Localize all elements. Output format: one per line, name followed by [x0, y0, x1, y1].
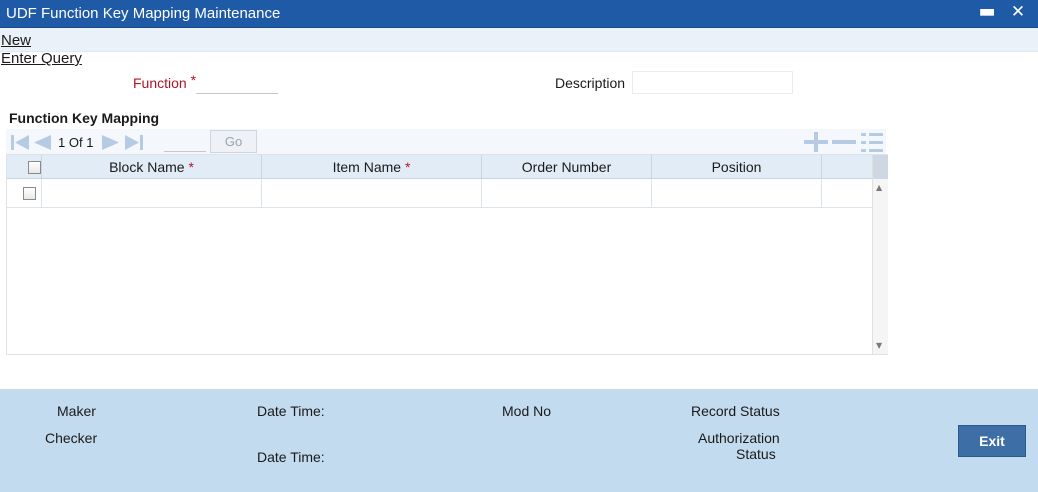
checker-label: Checker [45, 430, 98, 446]
authorization-status-label: Status [736, 446, 776, 462]
function-label: Function * [133, 72, 196, 91]
description-input[interactable] [632, 71, 793, 94]
maker-label: Maker [57, 403, 96, 419]
column-label: Order Number [521, 159, 612, 175]
column-label: Block Name [109, 159, 185, 175]
record-status-label: Record Status [691, 403, 780, 419]
pager-status: 1 Of 1 [58, 135, 93, 150]
delete-row-icon[interactable] [831, 132, 857, 152]
column-label: Item Name [332, 159, 402, 175]
select-all-checkbox[interactable] [28, 161, 41, 174]
required-mark: * [188, 159, 194, 175]
checker-date-time-label: Date Time: [257, 449, 325, 465]
position-cell[interactable] [652, 179, 822, 207]
grid-scrollbar[interactable]: ▲ ▼ [872, 155, 888, 354]
scroll-up-icon[interactable]: ▲ [876, 183, 882, 192]
menu-bar [0, 28, 1038, 52]
minimize-icon[interactable]: ▬ [976, 2, 998, 24]
row-select-cell [7, 179, 42, 207]
go-button[interactable]: Go [210, 130, 257, 153]
column-header-block-name[interactable]: Block Name * [42, 155, 262, 179]
description-label: Description [555, 75, 626, 91]
column-header-position[interactable]: Position [652, 155, 822, 179]
pager-current: 1 [58, 135, 66, 150]
page-number-input[interactable] [164, 131, 206, 152]
required-mark: * [404, 159, 411, 175]
grid-header: Block Name * Item Name * Order Number Po… [7, 155, 872, 179]
pager-of: Of [68, 135, 83, 150]
maker-date-time-label: Date Time: [257, 403, 325, 419]
last-page-icon[interactable] [124, 134, 144, 151]
next-page-icon[interactable] [101, 134, 121, 151]
previous-page-icon[interactable] [32, 134, 52, 151]
single-record-view-icon[interactable] [859, 132, 885, 154]
close-icon[interactable]: ✕ [1007, 2, 1029, 24]
block-name-cell[interactable] [42, 179, 262, 207]
new-link[interactable]: New [1, 32, 31, 49]
pager-total: 1 [86, 135, 94, 150]
mod-no-label: Mod No [502, 403, 552, 419]
row-checkbox[interactable] [23, 187, 36, 200]
select-all-cell [7, 155, 42, 179]
function-input[interactable] [196, 73, 278, 94]
exit-button[interactable]: Exit [958, 425, 1026, 457]
grid-toolbar: 1 Of 1 Go [6, 129, 886, 155]
title-bar: UDF Function Key Mapping Maintenance ▬ ✕ [0, 0, 1038, 28]
column-header-order-number[interactable]: Order Number [482, 155, 652, 179]
order-number-cell[interactable] [482, 179, 652, 207]
authorization-label: Authorization [698, 430, 780, 446]
enter-query-link[interactable]: Enter Query [1, 50, 82, 67]
section-title: Function Key Mapping [9, 110, 160, 126]
item-name-cell[interactable] [262, 179, 482, 207]
column-label: Position [711, 159, 762, 175]
scrollbar-header [873, 155, 888, 179]
table-row[interactable] [7, 179, 872, 208]
scroll-down-icon[interactable]: ▼ [876, 341, 882, 350]
function-key-mapping-grid: Block Name * Item Name * Order Number Po… [6, 154, 888, 355]
window-title: UDF Function Key Mapping Maintenance [6, 5, 281, 22]
first-page-icon[interactable] [10, 134, 30, 151]
column-header-item-name[interactable]: Item Name * [262, 155, 482, 179]
function-label-text: Function [133, 75, 187, 91]
add-row-icon[interactable] [803, 132, 829, 152]
